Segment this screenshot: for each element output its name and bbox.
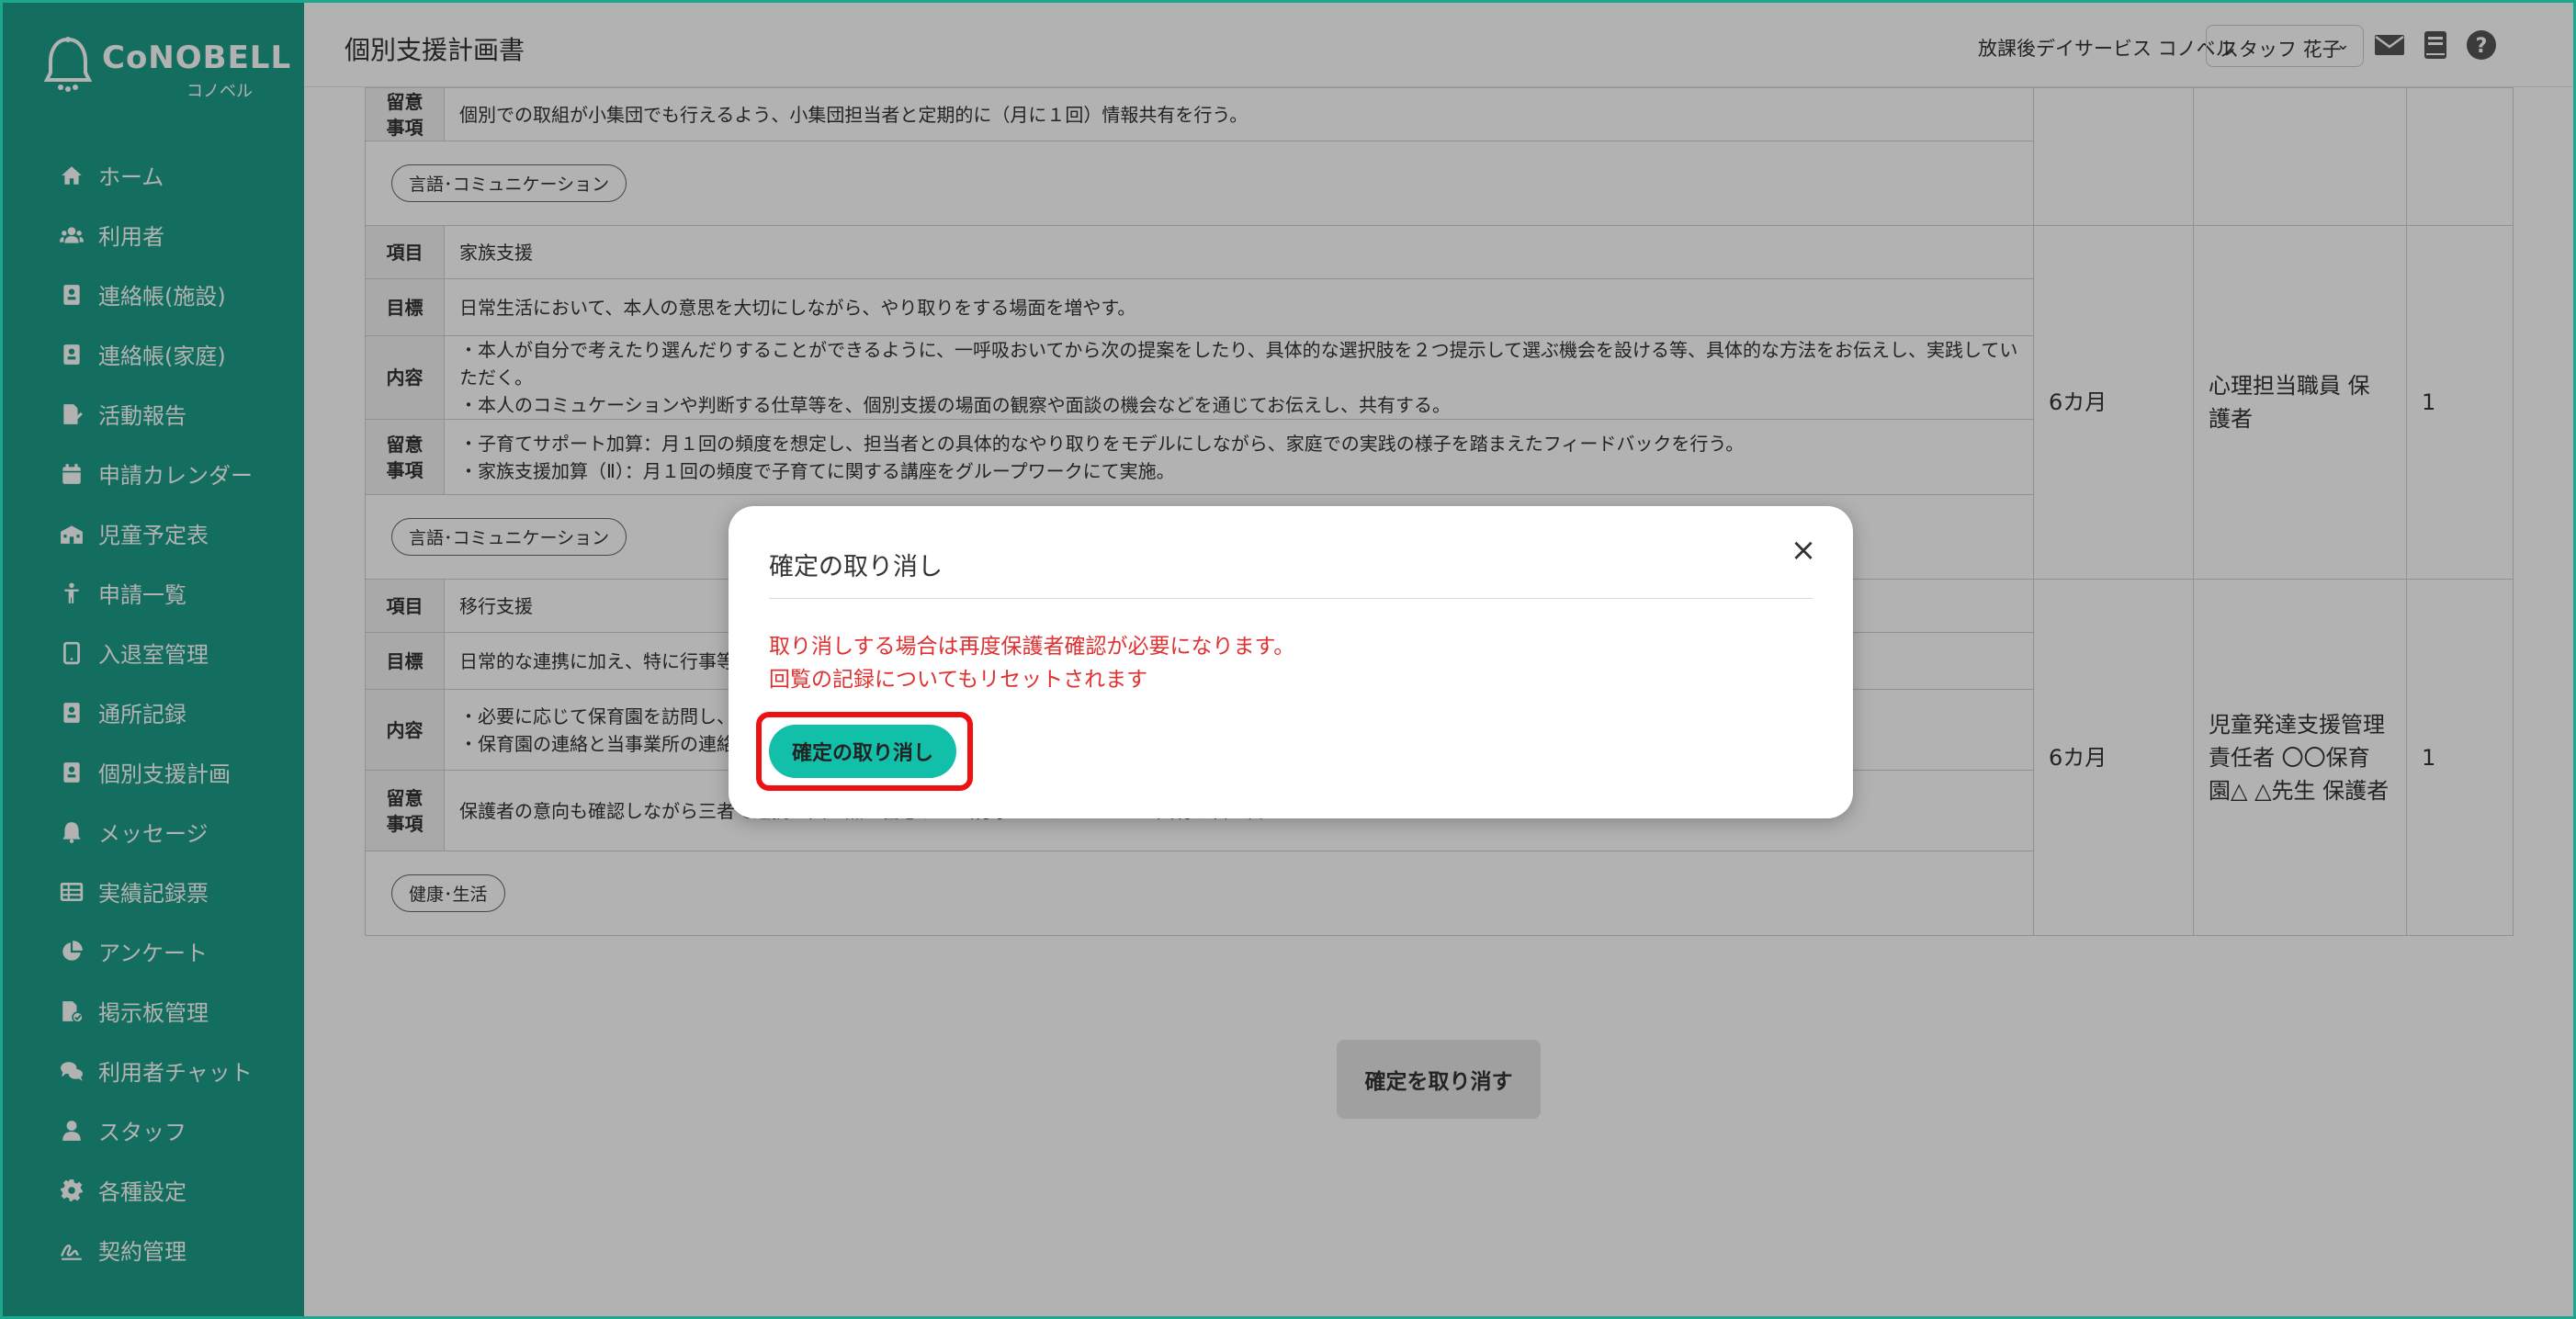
- dialog-warning-message: 取り消しする場合は再度保護者確認が必要になります。 回覧の記録についてもリセット…: [769, 631, 1294, 696]
- confirm-cancel-button[interactable]: 確定の取り消し: [769, 725, 956, 778]
- warning-line: 取り消しする場合は再度保護者確認が必要になります。: [769, 635, 1295, 659]
- cancel-confirmation-dialog: 確定の取り消し × 取り消しする場合は再度保護者確認が必要になります。 回覧の記…: [729, 506, 1853, 818]
- app-frame: CoNOBELL コノベル ホーム 利用者 連絡帳(施設) 連絡帳(家庭) 活動…: [0, 0, 2576, 1319]
- warning-line: 回覧の記録についてもリセットされます: [769, 667, 1148, 692]
- close-icon[interactable]: ×: [1785, 532, 1822, 569]
- dialog-title: 確定の取り消し: [769, 553, 943, 581]
- dialog-divider: [769, 598, 1813, 599]
